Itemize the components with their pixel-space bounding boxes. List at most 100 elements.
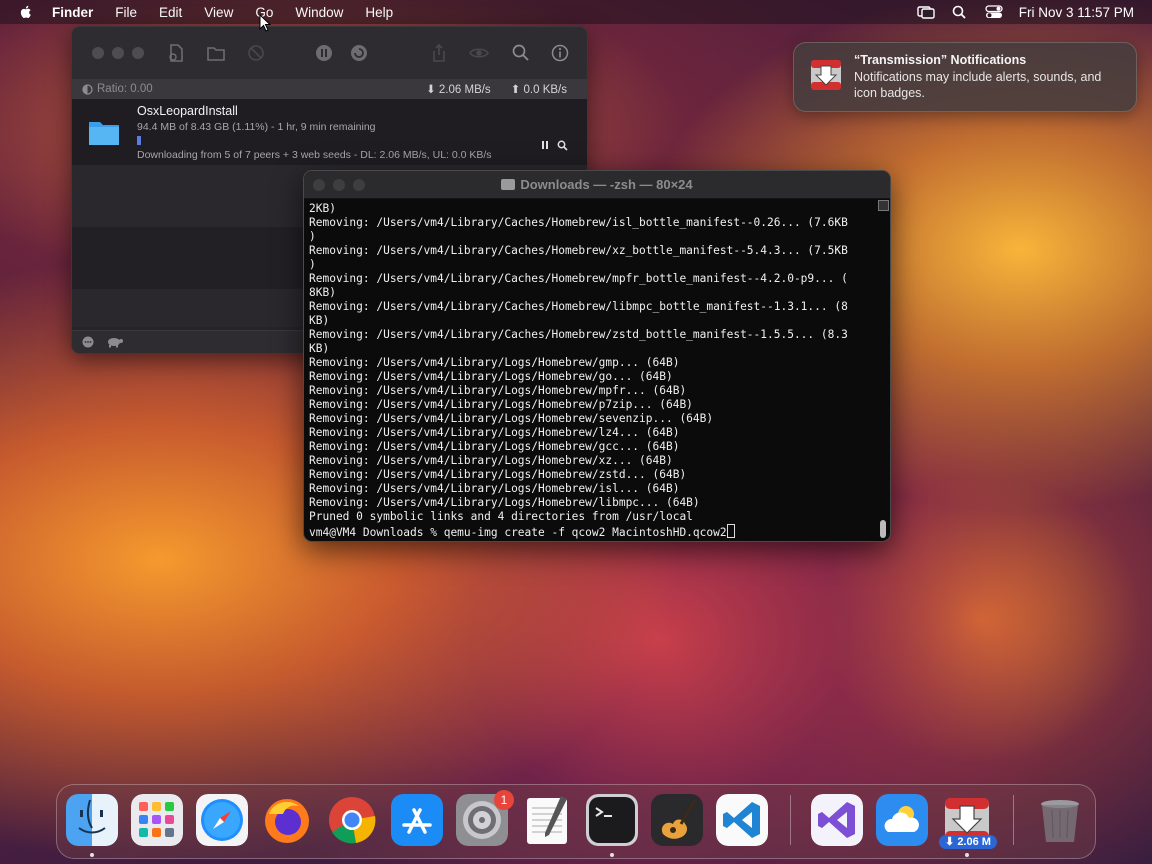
terminal-scrollbar[interactable] bbox=[878, 200, 889, 540]
folder-icon bbox=[501, 179, 516, 190]
menu-app-name[interactable]: Finder bbox=[52, 5, 93, 20]
terminal-output[interactable]: 2KB) Removing: /Users/vm4/Library/Caches… bbox=[304, 199, 890, 540]
dock-separator bbox=[790, 795, 791, 845]
ratio-icon[interactable] bbox=[82, 83, 93, 95]
resume-all-icon[interactable] bbox=[349, 43, 369, 63]
terminal-line: Removing: /Users/vm4/Library/Caches/Home… bbox=[309, 244, 848, 257]
terminal-line: Removing: /Users/vm4/Library/Caches/Home… bbox=[309, 328, 848, 341]
terminal-title: Downloads — -zsh — 80×24 bbox=[520, 177, 693, 192]
terminal-line: 8KB) bbox=[309, 286, 336, 299]
screen-mirroring-icon[interactable] bbox=[917, 5, 935, 19]
menu-clock[interactable]: Fri Nov 3 11:57 PM bbox=[1019, 5, 1134, 20]
terminal-line: Removing: /Users/vm4/Library/Logs/Homebr… bbox=[309, 426, 680, 439]
weather-icon[interactable] bbox=[876, 794, 928, 846]
running-indicator bbox=[90, 853, 94, 857]
transmission-app-icon bbox=[811, 60, 841, 90]
scroll-up-button[interactable] bbox=[878, 200, 889, 211]
menu-window[interactable]: Window bbox=[295, 5, 343, 20]
torrent-status: Downloading from 5 of 7 peers + 3 web se… bbox=[137, 149, 492, 161]
terminal-prompt[interactable]: vm4@VM4 Downloads % qemu-img create -f q… bbox=[309, 526, 727, 539]
create-torrent-icon[interactable] bbox=[166, 43, 186, 63]
zoom-button[interactable] bbox=[132, 47, 144, 59]
chrome-icon[interactable] bbox=[326, 794, 378, 846]
terminal-titlebar[interactable]: Downloads — -zsh — 80×24 bbox=[304, 171, 890, 199]
terminal-line: Removing: /Users/vm4/Library/Logs/Homebr… bbox=[309, 384, 687, 397]
remove-torrent-icon[interactable] bbox=[246, 43, 266, 63]
minimize-button[interactable] bbox=[112, 47, 124, 59]
torrent-row[interactable]: OsxLeopardInstall 94.4 MB of 8.43 GB (1.… bbox=[72, 99, 587, 165]
transmission-status-bar: Ratio: 0.00 ⬇ 2.06 MB/s ⬆ 0.0 KB/s bbox=[72, 79, 587, 99]
terminal-line: KB) bbox=[309, 342, 330, 355]
terminal-window: Downloads — -zsh — 80×24 2KB) Removing: … bbox=[303, 170, 891, 542]
garageband-icon[interactable] bbox=[651, 794, 703, 846]
open-torrent-icon[interactable] bbox=[206, 43, 226, 63]
visual-studio-icon[interactable] bbox=[811, 794, 863, 846]
terminal-line: ) bbox=[309, 258, 316, 271]
control-center-icon[interactable] bbox=[985, 5, 1003, 19]
launchpad-icon[interactable] bbox=[131, 794, 183, 846]
pause-all-icon[interactable] bbox=[314, 43, 334, 63]
terminal-line: Removing: /Users/vm4/Library/Logs/Homebr… bbox=[309, 440, 680, 453]
trash-icon[interactable] bbox=[1034, 794, 1086, 846]
terminal-line: Removing: /Users/vm4/Library/Logs/Homebr… bbox=[309, 398, 693, 411]
terminal-line: Pruned 0 symbolic links and 4 directorie… bbox=[309, 510, 693, 523]
terminal-line: Removing: /Users/vm4/Library/Logs/Homebr… bbox=[309, 370, 673, 383]
spotlight-search-icon[interactable] bbox=[951, 5, 969, 19]
dock-separator bbox=[1013, 795, 1014, 845]
terminal-line: Removing: /Users/vm4/Library/Caches/Home… bbox=[309, 300, 848, 313]
terminal-line: Removing: /Users/vm4/Library/Logs/Homebr… bbox=[309, 468, 687, 481]
inspector-info-icon[interactable] bbox=[550, 43, 570, 63]
menu-edit[interactable]: Edit bbox=[159, 5, 182, 20]
notification-body: Notifications may include alerts, sounds… bbox=[854, 70, 1102, 100]
menu-help[interactable]: Help bbox=[365, 5, 393, 20]
menu-view[interactable]: View bbox=[204, 5, 233, 20]
torrent-progress-bar bbox=[137, 136, 512, 145]
running-indicator bbox=[965, 853, 969, 857]
terminal-line: Removing: /Users/vm4/Library/Logs/Homebr… bbox=[309, 496, 700, 509]
download-arrow-icon: ⬇ bbox=[945, 836, 955, 848]
transmission-toolbar bbox=[72, 27, 587, 79]
transmission-badge: 2.06 M bbox=[957, 836, 991, 848]
quick-look-icon[interactable] bbox=[469, 43, 489, 63]
terminal-icon[interactable] bbox=[586, 794, 638, 846]
mouse-pointer-icon bbox=[259, 14, 271, 32]
torrent-progress-info: 94.4 MB of 8.43 GB (1.11%) - 1 hr, 9 min… bbox=[137, 121, 376, 133]
text-cursor bbox=[726, 524, 735, 538]
terminal-line: Removing: /Users/vm4/Library/Logs/Homebr… bbox=[309, 412, 714, 425]
reveal-torrent-icon[interactable] bbox=[557, 140, 568, 151]
progress-fill bbox=[137, 136, 141, 145]
filter-search-icon[interactable] bbox=[511, 43, 531, 63]
share-icon[interactable] bbox=[429, 43, 449, 63]
firefox-icon[interactable] bbox=[261, 794, 313, 846]
terminal-line: Removing: /Users/vm4/Library/Caches/Home… bbox=[309, 216, 848, 229]
folder-icon bbox=[89, 122, 119, 145]
textedit-icon[interactable] bbox=[521, 794, 573, 846]
terminal-line: Removing: /Users/vm4/Library/Logs/Homebr… bbox=[309, 454, 673, 467]
close-button[interactable] bbox=[92, 47, 104, 59]
apple-menu-icon[interactable] bbox=[18, 4, 34, 20]
torrent-name: OsxLeopardInstall bbox=[137, 104, 238, 118]
scroll-thumb[interactable] bbox=[880, 520, 886, 538]
terminal-line: Removing: /Users/vm4/Library/Caches/Home… bbox=[309, 272, 848, 285]
action-menu-icon[interactable] bbox=[82, 336, 94, 348]
safari-icon[interactable] bbox=[196, 794, 248, 846]
download-rate: 2.06 MB/s bbox=[438, 84, 491, 96]
finder-icon[interactable] bbox=[66, 794, 118, 846]
settings-badge: 1 bbox=[494, 790, 514, 810]
app-store-icon[interactable] bbox=[391, 794, 443, 846]
terminal-line: Removing: /Users/vm4/Library/Logs/Homebr… bbox=[309, 482, 680, 495]
terminal-line: Removing: /Users/vm4/Library/Logs/Homebr… bbox=[309, 356, 680, 369]
notification-banner[interactable]: “Transmission” Notifications Notificatio… bbox=[793, 42, 1137, 112]
notification-title: “Transmission” Notifications bbox=[854, 53, 1027, 67]
download-arrow-icon: ⬇ bbox=[426, 84, 436, 96]
upload-rate: 0.0 KB/s bbox=[523, 84, 567, 96]
running-indicator bbox=[610, 853, 614, 857]
menu-file[interactable]: File bbox=[115, 5, 137, 20]
menu-bar: Finder File Edit View Go Window Help Fri… bbox=[0, 0, 1152, 24]
vscode-icon[interactable] bbox=[716, 794, 768, 846]
upload-arrow-icon: ⬆ bbox=[510, 84, 521, 96]
ratio-label[interactable]: Ratio: 0.00 bbox=[97, 83, 153, 95]
terminal-line: KB) bbox=[309, 314, 330, 327]
speed-limit-turtle-icon[interactable] bbox=[105, 336, 125, 348]
pause-torrent-icon[interactable] bbox=[540, 140, 550, 150]
